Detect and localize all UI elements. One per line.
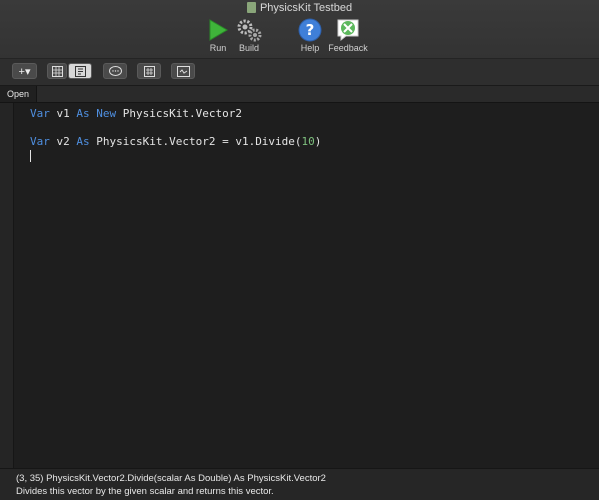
svg-text:?: ? bbox=[306, 21, 315, 39]
hash-icon bbox=[143, 65, 155, 77]
code-editor[interactable]: Var v1 As New PhysicsKit.Vector2 Var v2 … bbox=[14, 103, 599, 468]
secondary-toolbar: +▾ bbox=[0, 58, 599, 86]
code-text: v2 bbox=[49, 135, 77, 148]
text-caret bbox=[30, 150, 31, 162]
code-text: PhysicsKit.Vector2 = v1.Divide( bbox=[89, 135, 302, 148]
comment-button[interactable] bbox=[103, 63, 127, 79]
code-line-1: Var v1 As New PhysicsKit.Vector2 bbox=[30, 107, 242, 121]
tab-open[interactable]: Open bbox=[0, 86, 38, 102]
code-view-button[interactable] bbox=[68, 63, 92, 79]
add-menu-button[interactable]: +▾ bbox=[12, 63, 37, 79]
gears-icon bbox=[236, 17, 262, 42]
speech-bubble-icon bbox=[108, 65, 122, 76]
help-button[interactable]: ? Help bbox=[298, 17, 322, 53]
build-button[interactable]: Build bbox=[236, 17, 262, 53]
question-icon: ? bbox=[298, 17, 322, 42]
keyword: As bbox=[76, 135, 90, 148]
feedback-button[interactable]: Feedback bbox=[327, 17, 369, 53]
title-bar: PhysicsKit Testbed Run Build ? Help Feed… bbox=[0, 0, 599, 58]
keyword: Var bbox=[30, 135, 50, 148]
document-icon bbox=[246, 2, 256, 13]
feedback-label: Feedback bbox=[328, 43, 368, 53]
keyword: New bbox=[96, 107, 117, 120]
status-bar: (3, 35) PhysicsKit.Vector2.Divide(scalar… bbox=[0, 468, 599, 500]
code-text: PhysicsKit.Vector2 bbox=[116, 107, 242, 120]
keyword: Var bbox=[30, 107, 50, 120]
code-view-icon bbox=[74, 65, 86, 77]
window-icon bbox=[176, 65, 190, 77]
grid-view-button[interactable] bbox=[47, 63, 67, 79]
window-button[interactable] bbox=[171, 63, 195, 79]
grid-icon bbox=[51, 65, 63, 77]
window-title: PhysicsKit Testbed bbox=[0, 1, 599, 15]
code-text: ) bbox=[314, 135, 322, 148]
window-title-text: PhysicsKit Testbed bbox=[259, 2, 353, 14]
keyword: As bbox=[76, 107, 90, 120]
help-label: Help bbox=[300, 43, 320, 53]
tab-bar: Open bbox=[0, 86, 599, 103]
code-text: v1 bbox=[49, 107, 77, 120]
number-literal: 10 bbox=[301, 135, 315, 148]
play-icon bbox=[206, 17, 230, 42]
run-button[interactable]: Run bbox=[206, 17, 230, 53]
editor-gutter bbox=[0, 103, 14, 468]
feedback-icon bbox=[327, 17, 369, 42]
method-signature: (3, 35) PhysicsKit.Vector2.Divide(scalar… bbox=[16, 473, 326, 484]
run-label: Run bbox=[209, 43, 227, 53]
build-label: Build bbox=[238, 43, 259, 53]
method-description: Divides this vector by the given scalar … bbox=[16, 486, 274, 497]
code-line-2: Var v2 As PhysicsKit.Vector2 = v1.Divide… bbox=[30, 135, 321, 149]
hash-button[interactable] bbox=[137, 63, 161, 79]
